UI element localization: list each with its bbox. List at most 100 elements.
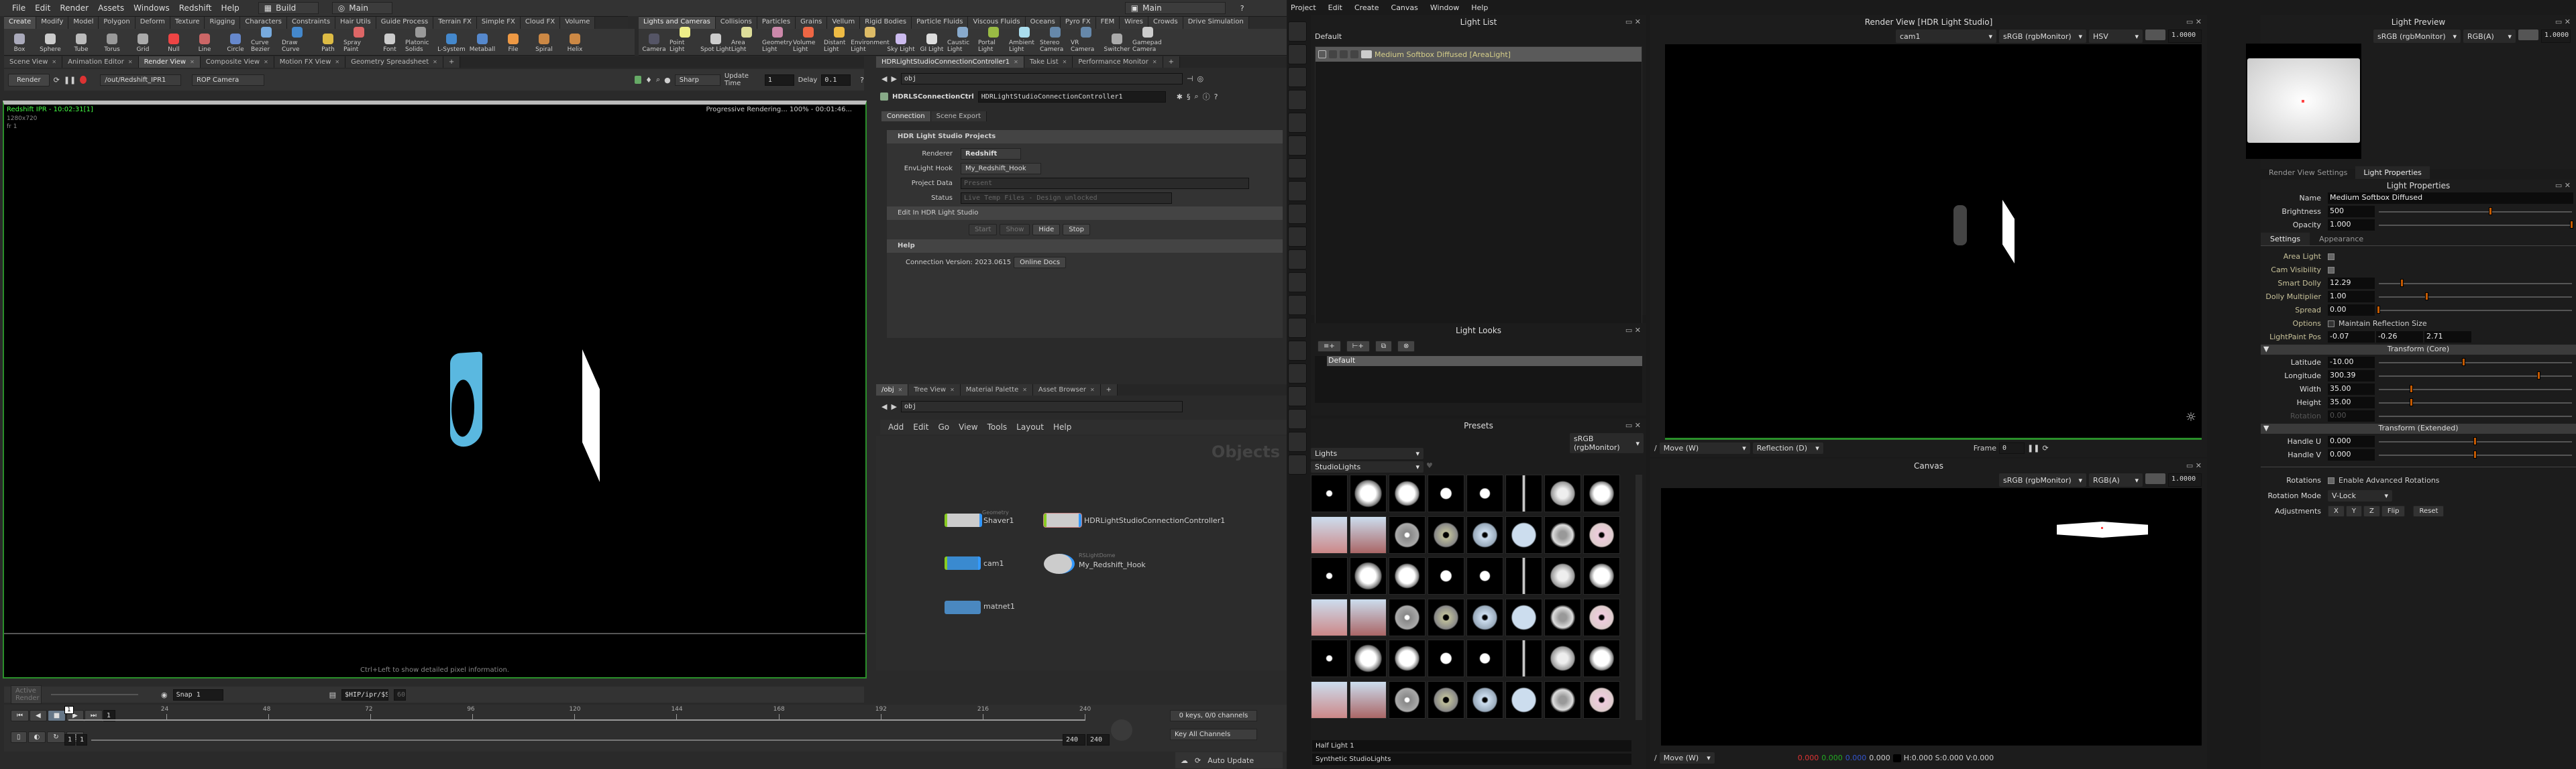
preset-thumbnail[interactable] bbox=[1350, 516, 1387, 554]
forward-icon[interactable]: ▶ bbox=[891, 74, 896, 83]
preset-thumbnail[interactable] bbox=[1311, 557, 1348, 595]
area-light-checkbox[interactable] bbox=[2328, 253, 2334, 260]
network-menu-item[interactable]: Add bbox=[888, 422, 904, 432]
width-field[interactable]: 35.00 bbox=[2328, 383, 2375, 395]
tab-render-view-settings[interactable]: Render View Settings bbox=[2261, 166, 2355, 179]
redo-tool-icon[interactable] bbox=[1288, 386, 1307, 406]
end-frame-field-2[interactable]: 240 bbox=[1087, 734, 1110, 746]
maintain-checkbox[interactable] bbox=[2328, 320, 2334, 327]
menu-file[interactable]: File bbox=[8, 3, 30, 13]
preset-scrollbar[interactable] bbox=[1635, 475, 1642, 720]
colorspace-select[interactable]: sRGB (rgbMonitor) ▾ bbox=[1999, 29, 2086, 43]
shelf-tool[interactable]: Tube bbox=[66, 34, 97, 55]
float-close-icons[interactable]: ▭ ✕ bbox=[1625, 418, 1641, 433]
exposure-field[interactable]: 1.0000 bbox=[2168, 473, 2202, 487]
select-icon[interactable] bbox=[1340, 50, 1348, 58]
node-matnet1[interactable] bbox=[945, 601, 981, 614]
pane-tab[interactable]: Performance Monitor ✕ bbox=[1073, 56, 1163, 68]
help-tool-icon[interactable] bbox=[1288, 455, 1307, 475]
float-close-icons[interactable]: ▭ ✕ bbox=[2186, 459, 2202, 473]
subcategory-select[interactable]: StudioLights ▾ bbox=[1311, 461, 1424, 473]
tool-select[interactable]: Move (W) ▾ bbox=[1659, 752, 1715, 764]
help-icon[interactable]: ? bbox=[1240, 4, 1244, 13]
auto-update-select[interactable]: Auto Update bbox=[1208, 756, 1254, 765]
shelf-tool[interactable]: Font bbox=[374, 34, 405, 55]
hdrls-menu-item[interactable]: Canvas bbox=[1391, 3, 1418, 12]
smart-dolly-slider[interactable] bbox=[2379, 278, 2572, 287]
slider-handle[interactable] bbox=[2377, 305, 2380, 314]
adjust-z-button[interactable]: Z bbox=[2363, 506, 2380, 517]
preset-thumbnail[interactable] bbox=[1466, 681, 1503, 719]
mode-select[interactable]: HSV ▾ bbox=[2089, 29, 2143, 43]
canvas-tool-icon[interactable] bbox=[1288, 295, 1307, 315]
key-icon[interactable] bbox=[1111, 719, 1132, 741]
node-cam1[interactable] bbox=[945, 556, 981, 570]
preset-thumbnail[interactable] bbox=[1389, 557, 1426, 595]
menu-redshift[interactable]: Redshift bbox=[175, 3, 216, 13]
node-name-field[interactable]: HDRLightStudioConnectionController1 bbox=[977, 91, 1166, 103]
save-icon[interactable]: ▤ bbox=[329, 691, 336, 699]
preset-thumbnail[interactable] bbox=[1505, 516, 1542, 554]
camera-select[interactable]: ROP Camera bbox=[191, 74, 264, 86]
zoom-icon[interactable]: ⌕ bbox=[656, 75, 660, 84]
path-field[interactable]: obj bbox=[900, 72, 1183, 84]
shelf-tool[interactable]: Null bbox=[158, 34, 189, 55]
light-preview-image[interactable] bbox=[2246, 44, 2361, 159]
key-mode-select[interactable]: Key All Channels bbox=[1170, 729, 1257, 740]
hdrls-menu-item[interactable]: Edit bbox=[1328, 3, 1342, 12]
preset-thumbnail[interactable] bbox=[1544, 557, 1581, 595]
brightness-field[interactable]: 500 bbox=[2328, 206, 2375, 217]
cam-vis-checkbox[interactable] bbox=[2328, 266, 2334, 274]
preset-thumbnail[interactable] bbox=[1389, 640, 1426, 677]
start-frame-field-2[interactable]: 1 bbox=[76, 734, 87, 746]
menu-edit[interactable]: Edit bbox=[31, 3, 54, 13]
horizon-tool-icon[interactable] bbox=[1288, 204, 1307, 224]
end-frame-field[interactable]: 240 bbox=[1063, 734, 1085, 746]
brush-icon[interactable]: / bbox=[1654, 754, 1657, 762]
shelf-tool[interactable]: GI Light bbox=[916, 34, 947, 55]
desktop-select[interactable]: ▦ Build bbox=[258, 2, 319, 14]
realtime-icon[interactable]: ▯ bbox=[11, 731, 27, 743]
preset-thumbnail[interactable] bbox=[1389, 475, 1426, 512]
float-close-icons[interactable]: ▭ ✕ bbox=[2555, 180, 2571, 192]
float-close-icons[interactable]: ▭ ✕ bbox=[2186, 15, 2202, 29]
undo-tool-icon[interactable] bbox=[1288, 363, 1307, 383]
render-viewport[interactable]: Redshift IPR - 10:02:31[1] 1280x720 fr 1… bbox=[3, 101, 867, 678]
camera-select[interactable]: cam1 ▾ bbox=[1896, 29, 1996, 43]
slider-handle[interactable] bbox=[2400, 278, 2404, 287]
rect-light-tool-icon[interactable] bbox=[1288, 44, 1307, 64]
look-item-default[interactable]: Default bbox=[1327, 356, 1642, 366]
shelf-tool[interactable]: Spray Paint bbox=[343, 27, 374, 55]
shelf-tool[interactable]: Caustic Light bbox=[947, 27, 978, 55]
ellipse-light-tool-icon[interactable] bbox=[1288, 158, 1307, 178]
close-icon[interactable]: ✕ bbox=[264, 59, 268, 65]
shelf-tab[interactable]: Deform bbox=[135, 17, 170, 29]
main-select[interactable]: ▣ Main bbox=[1124, 2, 1226, 14]
shelf-tab[interactable]: Simple FX bbox=[476, 17, 521, 29]
transform-core-header[interactable]: ▼ Transform (Core) bbox=[2261, 345, 2576, 355]
menu-render[interactable]: Render bbox=[56, 3, 93, 13]
tab-light-properties[interactable]: Light Properties bbox=[2355, 166, 2430, 179]
name-field[interactable]: Medium Softbox Diffused bbox=[2328, 192, 2573, 204]
shelf-tab[interactable]: Drive Simulation bbox=[1183, 17, 1249, 29]
aperture-icon[interactable] bbox=[2145, 473, 2165, 484]
shelf-tab[interactable]: Volume bbox=[560, 17, 596, 29]
preset-thumbnail[interactable] bbox=[1544, 640, 1581, 677]
shelf-tool[interactable]: Metaball bbox=[467, 34, 498, 55]
handle-u-slider[interactable] bbox=[2379, 436, 2572, 445]
shelf-tab[interactable]: Rigging bbox=[205, 17, 241, 29]
handle-v-slider[interactable] bbox=[2379, 450, 2572, 459]
node-hdrls-controller[interactable] bbox=[1043, 513, 1082, 528]
preset-thumbnail[interactable] bbox=[1583, 681, 1620, 719]
online-docs-button[interactable]: Online Docs bbox=[1014, 257, 1067, 268]
gear-icon[interactable]: ✱ bbox=[1177, 93, 1183, 101]
python-icon[interactable]: § bbox=[1187, 93, 1191, 101]
range-slider[interactable] bbox=[91, 740, 1084, 741]
pane-tab[interactable]: Animation Editor ✕ bbox=[62, 56, 139, 68]
ground-tool-icon[interactable] bbox=[1288, 227, 1307, 247]
shelf-tool[interactable]: File bbox=[498, 34, 529, 55]
shelf-tab[interactable]: Texture bbox=[170, 17, 205, 29]
shelf-tool[interactable]: Spiral bbox=[529, 34, 559, 55]
tab-appearance[interactable]: Appearance bbox=[2310, 233, 2373, 245]
link-icon[interactable]: ◎ bbox=[1197, 74, 1204, 83]
